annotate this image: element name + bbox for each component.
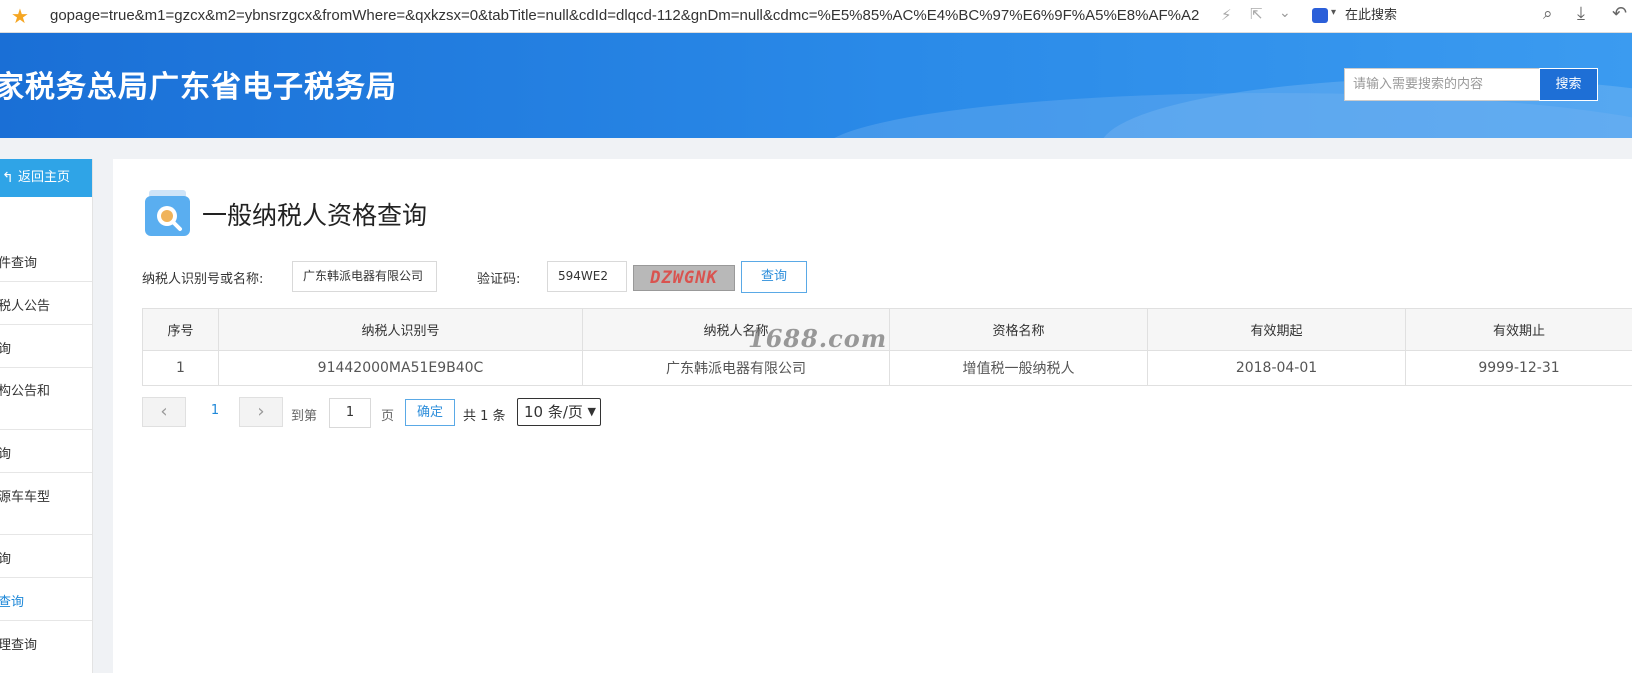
sidebar-item[interactable]: 构公告和: [0, 368, 92, 430]
share-icon[interactable]: ⇱: [1250, 5, 1263, 23]
chevron-down-icon: ▼: [587, 405, 596, 418]
back-home-label: 返回主页: [18, 170, 71, 185]
goto-confirm-button[interactable]: 确定: [405, 399, 455, 426]
table-cell: 广东韩派电器有限公司: [582, 350, 890, 386]
sidebar-item-label: 源车车型: [0, 490, 51, 505]
download-icon[interactable]: ⤓: [1577, 3, 1585, 24]
baidu-paw-icon[interactable]: [1312, 8, 1328, 23]
sidebar-item-label: 税人公告: [0, 299, 51, 314]
lightning-icon[interactable]: ⚡: [1221, 6, 1232, 24]
column-header: 有效期起: [1147, 308, 1406, 351]
captcha-input[interactable]: 594WE2: [547, 261, 627, 292]
column-header: 序号: [142, 308, 219, 351]
column-header: 有效期止: [1405, 308, 1632, 351]
site-title: 家税务总局广东省电子税务局: [0, 70, 397, 105]
sidebar-item-label: 询: [0, 338, 11, 357]
page-number[interactable]: 1: [204, 397, 226, 427]
table-row: 1 91442000MA51E9B40C 广东韩派电器有限公司 增值税一般纳税人…: [142, 350, 1632, 386]
sidebar-item[interactable]: 件查询: [0, 239, 92, 282]
sidebar-item-label: 理查询: [0, 638, 38, 653]
browser-search-field[interactable]: 在此搜索: [1345, 0, 1397, 32]
url-text[interactable]: gopage=true&m1=gzcx&m2=ybnsrzgcx&fromWhe…: [50, 0, 1199, 32]
table-header-row: 序号 纳税人识别号 纳税人名称 资格名称 有效期起 有效期止: [142, 308, 1632, 351]
captcha-label: 验证码:: [477, 272, 521, 287]
column-header: 资格名称: [889, 308, 1148, 351]
chevron-down-icon[interactable]: ⌄: [1279, 5, 1291, 21]
sidebar-item-label: 询: [0, 443, 11, 462]
sidebar-item[interactable]: 源车车型: [0, 473, 92, 535]
page-size-select[interactable]: 10 条/页 ▼: [517, 398, 601, 426]
bookmark-star-icon[interactable]: ★: [11, 4, 29, 28]
sidebar: ↰ 返回主页 件查询 税人公告 询 构公告和 询 源车车型 询 查询 理查询: [0, 159, 93, 673]
column-header: 纳税人识别号: [218, 308, 583, 351]
total-count: 共 1 条: [463, 409, 506, 424]
sidebar-item[interactable]: 理查询: [0, 621, 92, 664]
watermark: 1688.com: [748, 324, 888, 353]
table-cell: 增值税一般纳税人: [889, 350, 1148, 386]
site-search-button[interactable]: 搜索: [1539, 68, 1598, 101]
page-size-value: 10 条/页: [524, 403, 583, 421]
sidebar-item[interactable]: 询: [0, 325, 92, 368]
back-arrow-icon: ↰: [2, 170, 14, 186]
page-suffix-label: 页: [381, 409, 395, 424]
sidebar-item-label: 件查询: [0, 256, 38, 271]
site-search-input[interactable]: 请输入需要搜索的内容: [1344, 68, 1540, 101]
sidebar-item[interactable]: 询: [0, 535, 92, 578]
sidebar-item[interactable]: 询: [0, 430, 92, 473]
browser-address-bar: ★ gopage=true&m1=gzcx&m2=ybnsrzgcx&fromW…: [0, 0, 1632, 33]
query-button[interactable]: 查询: [741, 261, 807, 293]
sidebar-item-label: 询: [0, 548, 11, 567]
table-cell: 91442000MA51E9B40C: [218, 350, 583, 386]
table-cell: 9999-12-31: [1405, 350, 1632, 386]
dropdown-arrow-icon[interactable]: ▾: [1331, 7, 1336, 18]
back-home-button[interactable]: ↰ 返回主页: [0, 159, 92, 197]
query-icon: [145, 190, 190, 236]
goto-page-input[interactable]: 1: [329, 398, 371, 428]
table-cell: 1: [142, 350, 219, 386]
goto-label: 到第: [291, 409, 318, 424]
sidebar-item-label: 查询: [0, 595, 25, 610]
sidebar-item-label: 构公告和: [0, 384, 51, 399]
next-page-button[interactable]: ›: [239, 397, 283, 427]
undo-icon[interactable]: ↶: [1612, 3, 1627, 24]
captcha-image[interactable]: DZWGNK: [633, 265, 735, 291]
sidebar-item-active[interactable]: 查询: [0, 578, 92, 621]
search-icon[interactable]: ⌕: [1543, 4, 1553, 24]
table-cell: 2018-04-01: [1147, 350, 1406, 386]
site-header: 家税务总局广东省电子税务局 请输入需要搜索的内容 搜索: [0, 33, 1632, 138]
taxpayer-input[interactable]: 广东韩派电器有限公司: [292, 261, 437, 292]
page-title: 一般纳税人资格查询: [202, 201, 428, 230]
prev-page-button[interactable]: ‹: [142, 397, 186, 427]
sidebar-item[interactable]: 税人公告: [0, 282, 92, 325]
taxpayer-label: 纳税人识别号或名称:: [142, 272, 264, 287]
